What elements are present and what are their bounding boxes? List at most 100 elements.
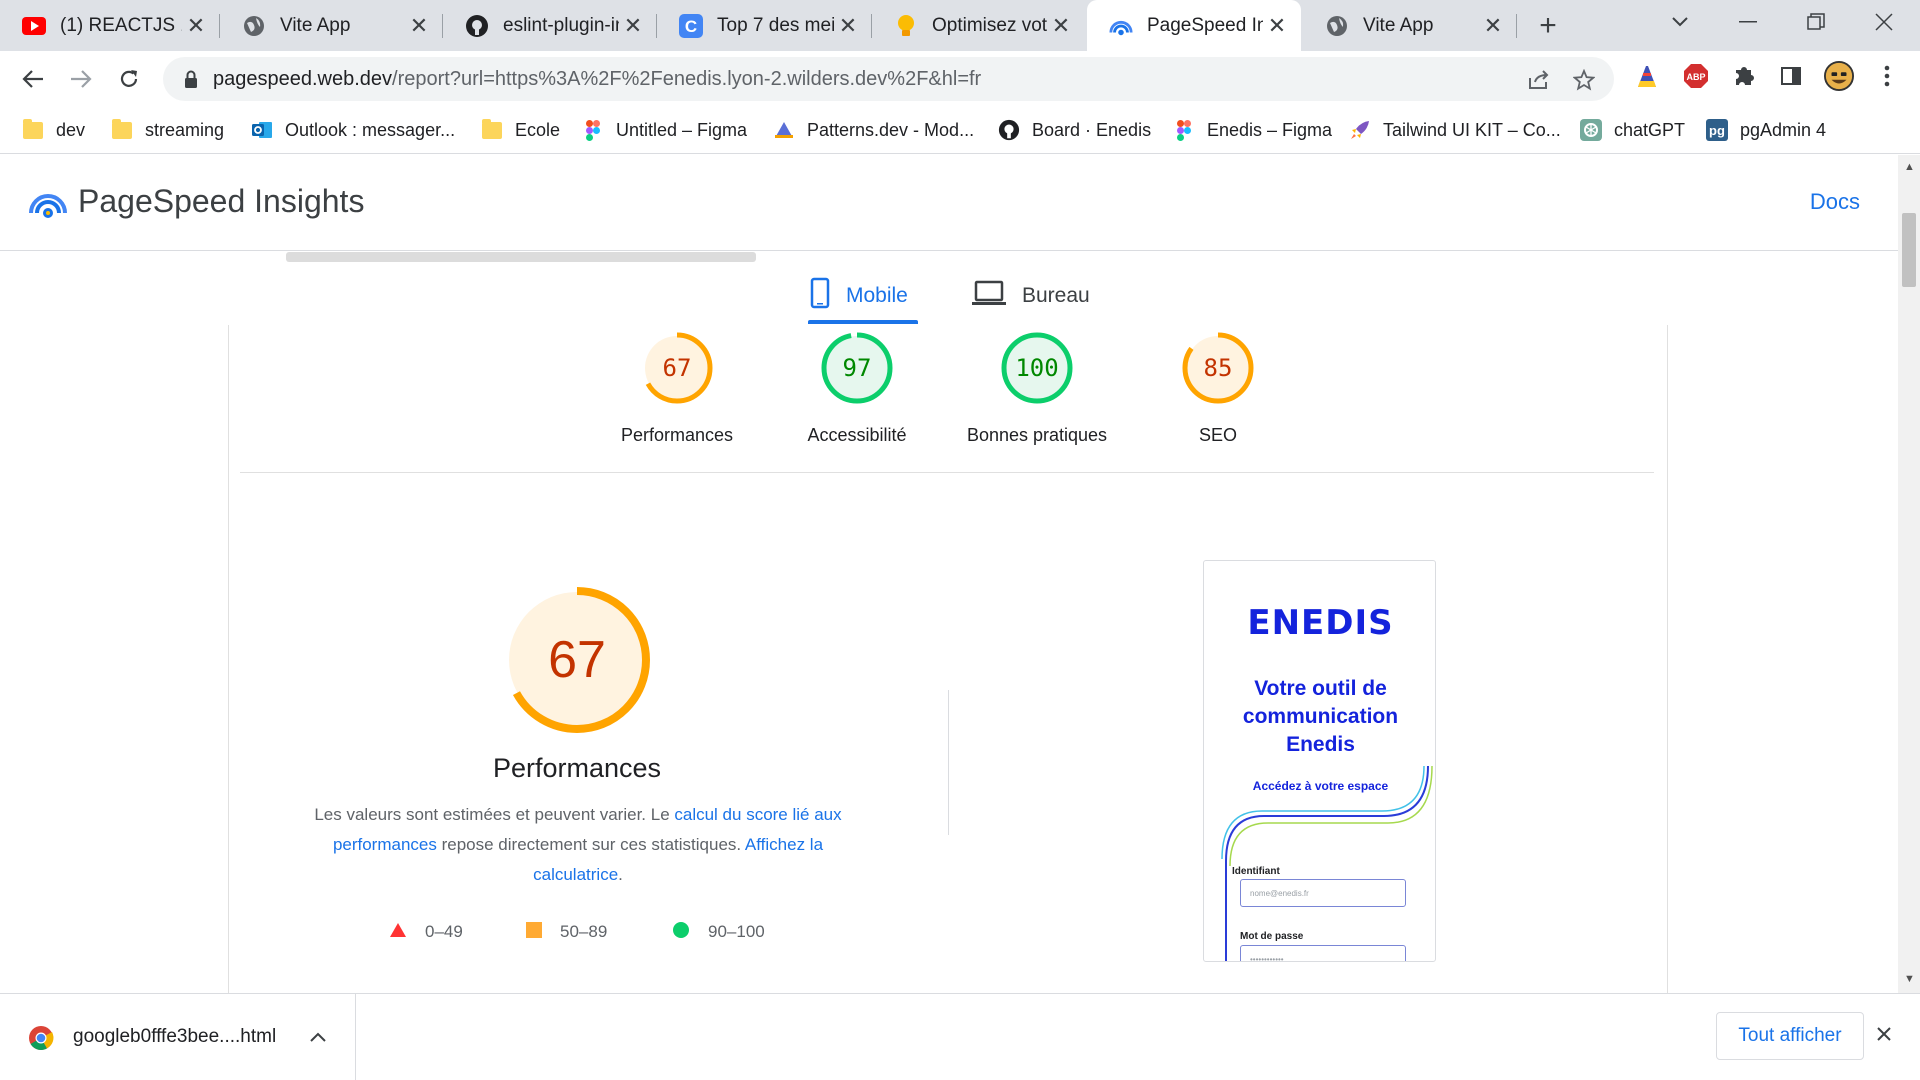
address-bar[interactable]: pagespeed.web.dev/report?url=https%3A%2F… <box>163 57 1614 101</box>
close-icon[interactable]: ✕ <box>1263 12 1291 40</box>
scroll-down-icon[interactable]: ▼ <box>1904 973 1915 985</box>
legend-item-fail: 0–49 <box>389 918 463 946</box>
phone-icon <box>810 277 830 315</box>
bookmark-item[interactable]: Ecole <box>481 115 560 145</box>
password-label: Mot de passe <box>1240 931 1304 942</box>
tab-mobile[interactable]: Mobile <box>810 270 908 322</box>
bookmark-item[interactable]: streaming <box>111 115 224 145</box>
score-gauge-performance[interactable]: 67 <box>640 331 714 405</box>
close-icon[interactable] <box>1876 1021 1892 1049</box>
openai-icon <box>1580 119 1602 141</box>
side-panel-icon[interactable] <box>1776 61 1806 91</box>
legend-range: 0–49 <box>425 922 463 941</box>
tab-desktop[interactable]: Bureau <box>972 270 1090 322</box>
lighthouse-extension-icon[interactable] <box>1632 61 1662 91</box>
browser-tab[interactable]: (1) REACTJS 18 ✕ <box>0 0 220 51</box>
pg-icon: pg <box>1706 119 1728 141</box>
back-button[interactable] <box>14 60 52 98</box>
new-tab-button[interactable]: + <box>1530 9 1566 42</box>
close-icon[interactable]: ✕ <box>405 12 433 40</box>
browser-tab[interactable]: Optimisez votr ✕ <box>872 0 1085 51</box>
scrollbar-thumb[interactable] <box>1902 213 1916 287</box>
restore-button[interactable] <box>1786 0 1846 44</box>
forward-button[interactable] <box>62 60 100 98</box>
close-window-button[interactable] <box>1854 0 1914 44</box>
outlook-icon <box>251 119 273 141</box>
main-score-value: 67 <box>548 631 606 689</box>
score-gauge-accessibility[interactable]: 97 <box>820 331 894 405</box>
score-gauge-best-practices[interactable]: 100 <box>1000 331 1074 405</box>
bookmark-item[interactable]: chatGPT <box>1580 115 1685 145</box>
bookmark-label: Tailwind UI KIT – Co... <box>1383 119 1561 140</box>
bookmark-item[interactable]: Enedis – Figma <box>1173 115 1332 145</box>
bookmark-item[interactable]: dev <box>22 115 85 145</box>
browser-tab[interactable]: Vite App ✕ <box>1303 0 1517 51</box>
bookmark-item[interactable]: pg pgAdmin 4 <box>1706 115 1826 145</box>
triangle-icon <box>389 922 407 943</box>
legend-range: 90–100 <box>708 922 765 941</box>
laptop-icon <box>972 280 1006 312</box>
bookmark-item[interactable]: Outlook : messager... <box>251 115 455 145</box>
tab-title: Vite App <box>1363 14 1434 36</box>
bookmark-label: streaming <box>145 119 225 140</box>
bookmark-item[interactable]: Patterns.dev - Mod... <box>773 115 974 145</box>
avatar[interactable] <box>1824 61 1854 91</box>
star-icon[interactable] <box>1571 67 1597 93</box>
extensions-puzzle-icon[interactable] <box>1729 61 1759 91</box>
github-icon <box>465 14 489 38</box>
svg-text:pg: pg <box>1709 123 1725 138</box>
close-icon[interactable]: ✕ <box>1047 12 1075 40</box>
page-screenshot-preview[interactable]: ENEDIS Votre outil de communication Ened… <box>1203 560 1436 962</box>
bookmark-item[interactable]: Untitled – Figma <box>582 115 747 145</box>
pagespeed-logo-icon <box>28 183 68 223</box>
legend-item-pass: 90–100 <box>672 918 765 946</box>
score-gauge-seo[interactable]: 85 <box>1181 331 1255 405</box>
url-text: pagespeed.web.dev/report?url=https%3A%2F… <box>213 68 981 91</box>
close-icon[interactable]: ✕ <box>834 12 862 40</box>
tab-desktop-label: Bureau <box>1022 284 1090 307</box>
browser-tab[interactable]: eslint-plugin-in ✕ <box>443 0 657 51</box>
globe-icon <box>1325 14 1349 38</box>
tab-search-button[interactable] <box>1650 0 1710 44</box>
adblock-extension-icon[interactable]: ABP <box>1681 61 1711 91</box>
browser-tab-active[interactable]: PageSpeed Ins ✕ <box>1087 0 1301 51</box>
url-host: pagespeed.web.dev <box>213 68 393 90</box>
vertical-divider <box>948 690 949 835</box>
psi-header: PageSpeed Insights Docs <box>0 155 1898 251</box>
device-tabs: Mobile Bureau <box>0 270 1898 326</box>
chevron-up-icon[interactable] <box>310 1022 326 1048</box>
close-icon[interactable]: ✕ <box>182 12 210 40</box>
bookmark-item[interactable]: Tailwind UI KIT – Co... <box>1349 115 1561 145</box>
bookmark-label: Ecole <box>515 119 561 140</box>
scroll-up-icon[interactable]: ▲ <box>1904 161 1915 173</box>
bookmark-item[interactable]: Board · Enedis <box>998 115 1151 145</box>
browser-tab[interactable]: C Top 7 des meill ✕ <box>657 0 872 51</box>
tab-title: (1) REACTJS 18 <box>60 14 182 36</box>
chrome-icon <box>28 1025 54 1051</box>
tab-indicator <box>808 320 918 324</box>
performance-main-gauge: 67 <box>502 585 652 735</box>
desc-text: Les valeurs sont estimées et peuvent var… <box>314 805 675 824</box>
folder-icon <box>111 118 133 141</box>
section-divider <box>240 472 1654 473</box>
download-item[interactable]: googleb0fffe3bee....html <box>0 994 356 1080</box>
browser-tab[interactable]: Vite App ✕ <box>220 0 443 51</box>
page-scrollbar[interactable]: ▲ ▼ <box>1898 155 1920 993</box>
patterns-icon <box>773 119 795 141</box>
docs-link[interactable]: Docs <box>1810 189 1860 215</box>
bookmark-label: dev <box>56 119 86 140</box>
tab-separator <box>1516 14 1517 38</box>
share-icon[interactable] <box>1526 67 1552 93</box>
bookmark-label: pgAdmin 4 <box>1740 119 1827 140</box>
close-icon[interactable]: ✕ <box>619 12 647 40</box>
download-filename: googleb0fffe3bee....html <box>73 1026 277 1047</box>
more-menu-icon[interactable] <box>1872 61 1902 91</box>
url-path: /report?url=https%3A%2F%2Fenedis.lyon-2.… <box>392 68 982 90</box>
show-all-button[interactable]: Tout afficher <box>1716 1012 1864 1060</box>
score-label: Performances <box>620 425 734 445</box>
abp-label: ABP <box>1686 72 1705 82</box>
score-label: SEO <box>1198 425 1237 445</box>
minimize-button[interactable] <box>1718 0 1778 44</box>
reload-button[interactable] <box>110 60 148 98</box>
close-icon[interactable]: ✕ <box>1479 12 1507 40</box>
